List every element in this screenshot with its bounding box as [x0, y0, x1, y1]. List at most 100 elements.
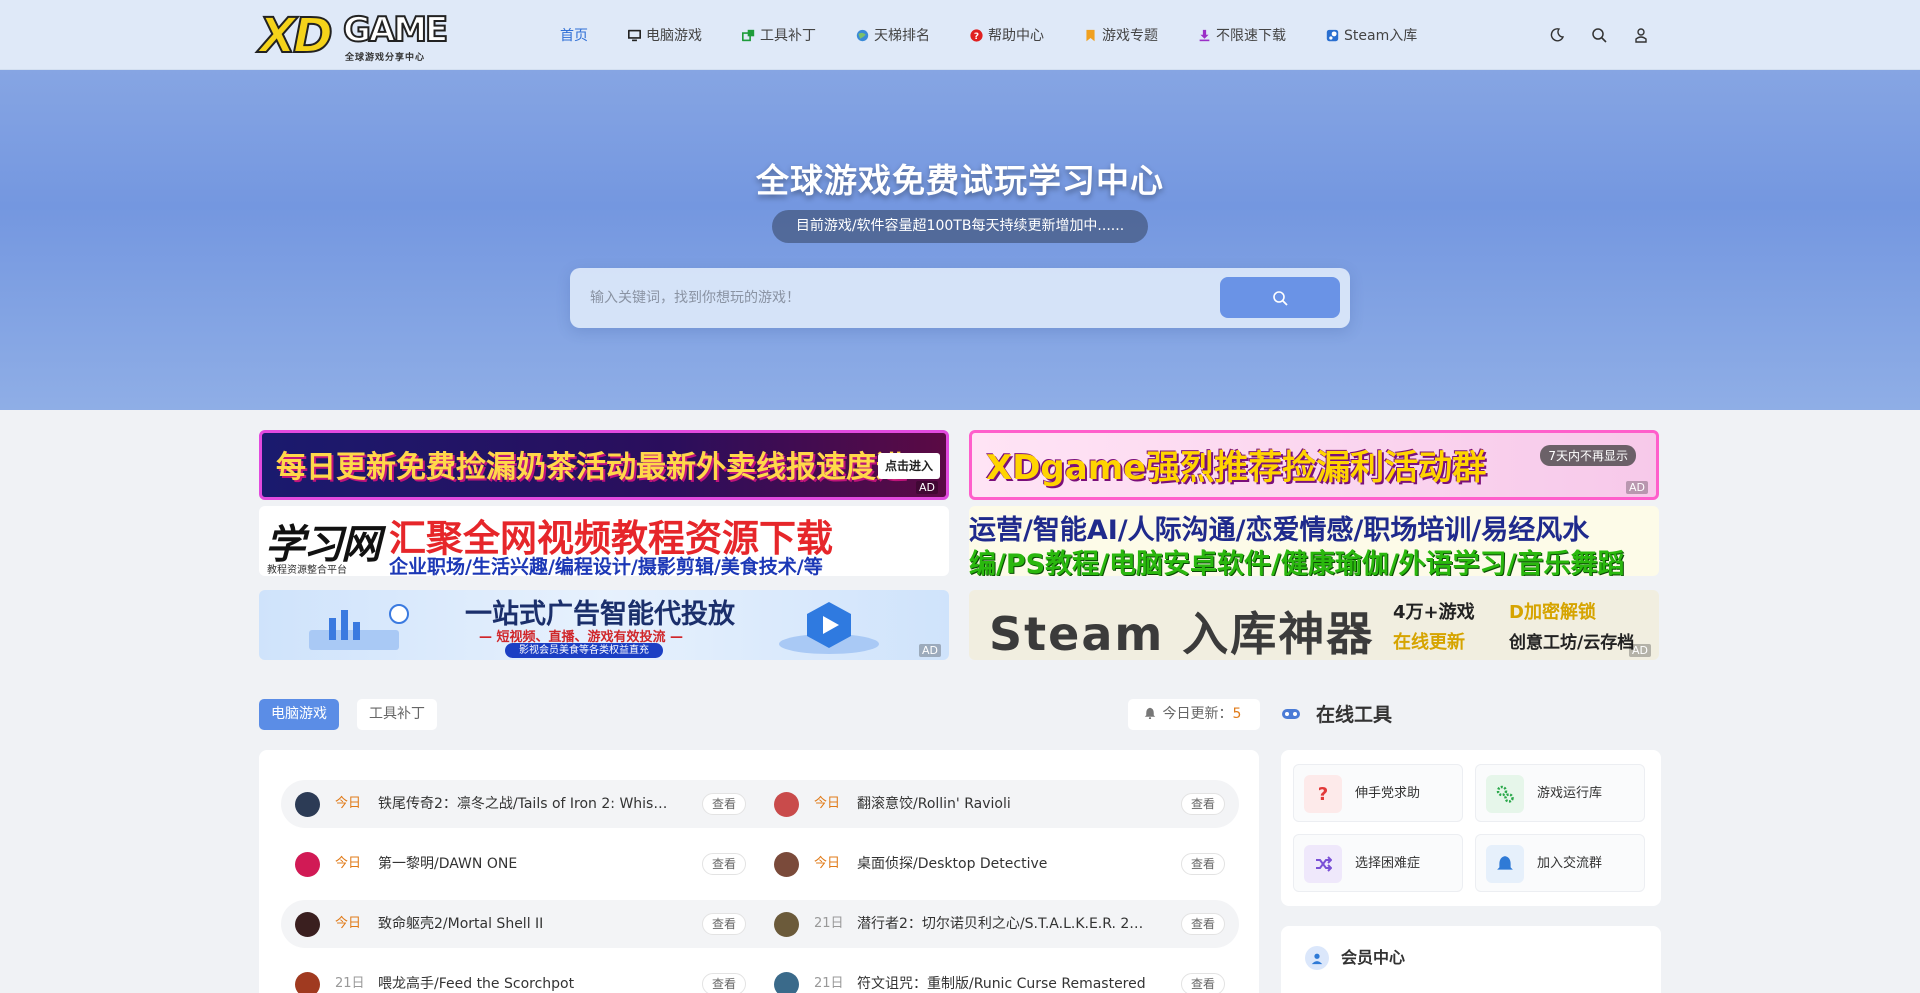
nav-steam-label: Steam入库	[1344, 28, 1418, 44]
list-item[interactable]: 今日 铁尾传奇2：凛冬之战/Tails of Iron 2: Whiskers …	[281, 780, 760, 828]
member-center-title[interactable]: 会员中心	[1341, 946, 1405, 970]
view-button[interactable]: 查看	[1180, 913, 1225, 935]
help-icon: ?	[970, 28, 983, 41]
game-date: 21日	[335, 976, 365, 991]
bookmark-icon	[1086, 29, 1095, 41]
list-item[interactable]: 今日 翻滚意饺/Rollin' Ravioli 查看	[760, 780, 1239, 828]
game-list: 今日 铁尾传奇2：凛冬之战/Tails of Iron 2: Whiskers …	[259, 750, 1259, 993]
table-row: 今日 致命躯壳2/Mortal Shell II 查看 21日 潜行者2：切尔诺…	[281, 900, 1239, 948]
steam-icon	[1326, 29, 1339, 41]
online-tools-heading: 在线工具	[1281, 700, 1392, 727]
member-center-card: 会员中心	[1281, 926, 1661, 993]
nav-pc-games-label: 电脑游戏	[646, 28, 702, 44]
svg-text:?: ?	[974, 31, 979, 41]
tab-tools[interactable]: 工具补丁	[357, 699, 437, 730]
nav-ranking-label: 天梯排名	[874, 28, 930, 44]
table-row: 今日 铁尾传奇2：凛冬之战/Tails of Iron 2: Whiskers …	[281, 780, 1239, 828]
monitor-icon	[628, 29, 641, 41]
list-item[interactable]: 今日 致命躯壳2/Mortal Shell II 查看	[281, 900, 760, 948]
ad-banner-steam-tool[interactable]: Steam 入库神器 4万+游戏 在线更新 D加密解锁 创意工坊/云存档 AD	[969, 590, 1659, 660]
ad-banner-milk-tea[interactable]: 每日更新免费捡漏奶茶活动最新外卖线报速度进 点击进入 AD	[259, 430, 949, 500]
search-icon	[1592, 28, 1607, 43]
top-navbar: XD GAME 全球游戏分享中心 首页 电脑游戏 工具补丁 天梯排名 ? 帮助中…	[0, 0, 1920, 70]
ad-tag: AD	[919, 644, 941, 657]
nav-ranking[interactable]: 天梯排名	[856, 25, 930, 45]
ad-enter-button[interactable]: 点击进入	[878, 453, 940, 479]
list-item[interactable]: 21日 喂龙高手/Feed the Scorchpot 查看	[281, 960, 760, 993]
moon-icon	[1550, 28, 1565, 42]
game-avatar	[774, 852, 799, 877]
view-button[interactable]: 查看	[701, 793, 746, 815]
user-login[interactable]	[1628, 22, 1654, 48]
user-icon	[1635, 28, 1647, 43]
game-date: 今日	[335, 916, 362, 931]
game-title[interactable]: 致命躯壳2/Mortal Shell II	[378, 900, 668, 948]
nav-download[interactable]: 不限速下载	[1198, 25, 1286, 45]
game-title[interactable]: 喂龙高手/Feed the Scorchpot	[378, 960, 668, 993]
game-title[interactable]: 符文诅咒：重制版/Runic Curse Remastered	[857, 960, 1147, 993]
view-button[interactable]: 查看	[1180, 793, 1225, 815]
ad-banner-study-site[interactable]: 学习网 教程资源整合平台 汇聚全网视频教程资源下载 企业职场/生活兴趣/编程设计…	[259, 506, 949, 576]
hero-subtitle: 目前游戏/软件容量超100TB每天持续更新增加中......	[772, 210, 1148, 243]
nav-download-label: 不限速下载	[1216, 28, 1286, 44]
user-circle-icon	[1305, 946, 1329, 970]
list-item[interactable]: 今日 第一黎明/DAWN ONE 查看	[281, 840, 760, 888]
game-title[interactable]: 翻滚意饺/Rollin' Ravioli	[857, 780, 1147, 828]
game-title[interactable]: 潜行者2：切尔诺贝利之心/S.T.A.L.K.E.R. 2: Heart of …	[857, 900, 1147, 948]
logo-subtitle: 全球游戏分享中心	[345, 53, 426, 63]
view-button[interactable]: 查看	[1180, 853, 1225, 875]
search-toggle[interactable]	[1586, 22, 1612, 48]
view-button[interactable]: 查看	[701, 973, 746, 993]
ad-tag: AD	[916, 481, 938, 494]
game-title[interactable]: 铁尾传奇2：凛冬之战/Tails of Iron 2: Whiskers of …	[378, 780, 668, 828]
game-title[interactable]: 桌面侦探/Desktop Detective	[857, 840, 1147, 888]
globe-icon	[856, 29, 869, 41]
nav-topics[interactable]: 游戏专题	[1084, 25, 1158, 45]
game-title[interactable]: 第一黎明/DAWN ONE	[378, 840, 668, 888]
dark-mode-toggle[interactable]	[1544, 22, 1570, 48]
search-button[interactable]	[1220, 277, 1340, 318]
tool-label: 游戏运行库	[1537, 786, 1603, 801]
nav-tools-label: 工具补丁	[760, 28, 816, 44]
view-button[interactable]: 查看	[701, 913, 746, 935]
main-nav: 首页 电脑游戏 工具补丁 天梯排名 ? 帮助中心 游戏专题 不限速下载 Stea	[560, 0, 1457, 70]
nav-steam[interactable]: Steam入库	[1326, 25, 1417, 45]
tool-runtime-library[interactable]: 游戏运行库	[1475, 764, 1645, 822]
hero-banner: 全球游戏免费试玩学习中心 目前游戏/软件容量超100TB每天持续更新增加中...…	[0, 70, 1920, 410]
list-item[interactable]: 21日 符文诅咒：重制版/Runic Curse Remastered 查看	[760, 960, 1239, 993]
tool-help-request[interactable]: ? 伸手党求助	[1293, 764, 1463, 822]
view-button[interactable]: 查看	[1180, 973, 1225, 993]
gears-icon	[1486, 775, 1524, 813]
ad-feature-2: 在线更新	[1393, 632, 1465, 653]
nav-tools[interactable]: 工具补丁	[742, 25, 816, 45]
search-input[interactable]	[590, 280, 1190, 316]
tool-random-picker[interactable]: 选择困难症	[1293, 834, 1463, 892]
list-item[interactable]: 21日 潜行者2：切尔诺贝利之心/S.T.A.L.K.E.R. 2: Heart…	[760, 900, 1239, 948]
search-icon	[1273, 290, 1288, 306]
ad-banner-ad-agency[interactable]: 一站式广告智能代投放 — 短视频、直播、游戏有效投流 — 影视会员美食等各类权益…	[259, 590, 949, 660]
list-item[interactable]: 今日 桌面侦探/Desktop Detective 查看	[760, 840, 1239, 888]
tool-icon	[742, 29, 755, 41]
ad-banner-xdgame-group[interactable]: XDgame强烈推荐捡漏利活动群 7天内不再显示 AD	[969, 430, 1659, 500]
game-avatar	[774, 972, 799, 993]
game-avatar	[295, 972, 320, 993]
bell-icon	[1486, 845, 1524, 883]
today-updates: 今日更新：5	[1128, 699, 1260, 730]
ad-banner-text: 每日更新免费捡漏奶茶活动最新外卖线报速度进	[276, 450, 906, 485]
nav-help-label: 帮助中心	[988, 28, 1044, 44]
ad-tag: AD	[1626, 481, 1648, 494]
tab-pc-games[interactable]: 电脑游戏	[259, 699, 339, 730]
ad-feature-3: D加密解锁	[1509, 602, 1596, 623]
nav-help[interactable]: ? 帮助中心	[970, 25, 1044, 45]
ad-banner-course-list[interactable]: 运营/智能AI/人际沟通/恋爱情感/职场培训/易经风水 编/PS教程/电脑安卓软…	[969, 506, 1659, 576]
hero-search-box	[570, 268, 1350, 328]
tool-join-group[interactable]: 加入交流群	[1475, 834, 1645, 892]
nav-home[interactable]: 首页	[560, 25, 588, 45]
site-logo[interactable]: XD GAME 全球游戏分享中心	[258, 7, 449, 65]
ad-hide-7days-button[interactable]: 7天内不再显示	[1540, 445, 1636, 466]
ad-pill: 影视会员美食等各类权益直充	[505, 643, 663, 658]
tool-label: 加入交流群	[1537, 856, 1603, 871]
game-date: 今日	[335, 796, 362, 811]
view-button[interactable]: 查看	[701, 853, 746, 875]
nav-pc-games[interactable]: 电脑游戏	[628, 25, 702, 45]
